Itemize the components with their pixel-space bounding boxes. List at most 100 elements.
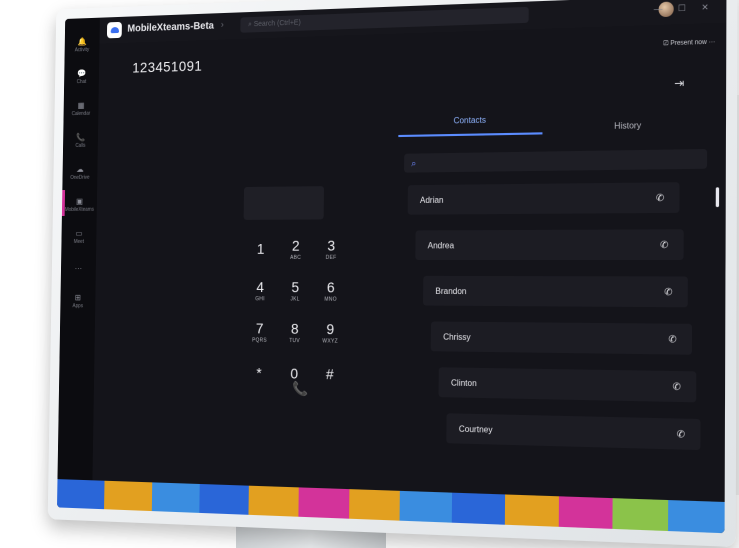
key-letters: MNO (324, 295, 337, 303)
apps-icon: ⊞ (74, 293, 82, 303)
global-search-input[interactable]: ⌕ Search (Ctrl+E) (240, 6, 529, 33)
chat-icon: 💬 (76, 68, 87, 79)
rail-item-activity[interactable]: 🔔 Activity (70, 32, 94, 59)
phone-icon[interactable]: ✆ (660, 239, 684, 251)
present-now-button[interactable]: ⎚ Present now ··· (663, 39, 715, 48)
key-digit: 8 (290, 319, 299, 337)
phone-icon[interactable]: ✆ (677, 428, 701, 441)
rail-item-calendar[interactable]: ▦ Calendar (69, 96, 93, 122)
meet-icon: ▭ (75, 228, 83, 238)
app-window: 🔔 Activity 💬 Chat ▦ Calendar 📞 Calls ☁ OneDrive ▣ M… (57, 0, 727, 534)
app-logo-icon (106, 21, 122, 39)
contact-item[interactable]: Courtney ✆ (446, 413, 701, 451)
key-digit: 1 (256, 239, 265, 257)
key-digit: 0 (290, 364, 299, 382)
taskbar-segment (151, 482, 200, 513)
contact-item[interactable]: Andrea ✆ (415, 229, 684, 261)
key-letters: WXYZ (322, 337, 338, 345)
key-4[interactable]: 4 GHI (243, 274, 278, 305)
rail-item-label: MobileXteams (64, 206, 94, 213)
key-digit: 3 (327, 236, 336, 254)
rail-item-label: Calendar (71, 110, 91, 118)
key-2[interactable]: 2 ABC (278, 233, 314, 264)
phone-icon: 📞 (291, 380, 309, 397)
rail-item-label: OneDrive (70, 174, 90, 181)
activity-icon: 🔔 (77, 37, 87, 47)
taskbar-segment (199, 484, 249, 515)
phone-icon[interactable]: ✆ (668, 333, 692, 345)
present-icon: ⎚ (663, 40, 671, 48)
taskbar-segment (348, 489, 401, 521)
key-1[interactable]: 1 (243, 233, 278, 264)
key-letters: ABC (290, 254, 302, 261)
taskbar-segment (57, 479, 105, 510)
rail-active-indicator (61, 190, 66, 217)
key-3[interactable]: 3 DEF (313, 233, 349, 264)
taskbar-segment (504, 494, 559, 527)
tab-history[interactable]: History (553, 119, 704, 132)
key-star[interactable]: * (241, 357, 276, 389)
dial-display-box (243, 186, 325, 220)
contact-item[interactable]: Chrissy ✆ (430, 321, 693, 355)
contact-search-input[interactable]: ⌕ (404, 148, 708, 173)
rail-item-label: Activity (74, 46, 90, 54)
taskbar-segment (612, 498, 669, 532)
phone-icon[interactable]: ✆ (672, 380, 696, 393)
key-9[interactable]: 9 WXYZ (312, 316, 348, 348)
key-letters: PQRS (251, 336, 267, 344)
key-7[interactable]: 7 PQRS (242, 316, 277, 347)
contacts-history-tabs: Contacts History (398, 111, 704, 141)
taskbar-segment (668, 500, 725, 534)
rail-item-label: Calls (75, 142, 86, 149)
rail-item-calls[interactable]: 📞 Calls (68, 128, 92, 154)
rail-item-label: Apps (72, 303, 84, 310)
key-letters: DEF (325, 254, 337, 261)
key-6[interactable]: 6 MNO (313, 275, 349, 306)
exit-icon[interactable]: ⇥ (674, 76, 684, 90)
contact-name: Adrian (419, 194, 444, 205)
key-hash[interactable]: # (312, 358, 348, 390)
contact-name: Chrissy (443, 331, 471, 342)
nav-arrows[interactable]: ‹ › (210, 19, 227, 30)
key-digit: * (256, 363, 262, 381)
contact-list-scrollbar[interactable] (715, 187, 720, 208)
key-letters: JKL (290, 295, 300, 303)
taskbar-segment (103, 480, 152, 512)
rail-item-mobilexteams[interactable]: ▣ MobileXteams (64, 192, 94, 218)
calendar-icon: ▦ (77, 100, 85, 111)
contact-item[interactable]: Adrian ✆ (407, 182, 680, 215)
rail-item-apps[interactable]: ⊞ Apps (66, 288, 90, 314)
key-8[interactable]: 8 TUV (277, 316, 313, 348)
rail-item-onedrive[interactable]: ☁ OneDrive (68, 160, 92, 186)
calls-icon: 📞 (75, 132, 86, 142)
taskbar-segment (399, 490, 453, 523)
search-placeholder: Search (Ctrl+E) (253, 19, 301, 29)
key-digit: 5 (291, 278, 300, 295)
dialed-number: 123451091 (132, 57, 203, 76)
key-letters: TUV (289, 337, 301, 344)
contact-name: Brandon (435, 285, 467, 296)
key-digit: 2 (291, 236, 300, 254)
phone-icon[interactable]: ✆ (656, 192, 680, 204)
rail-item-meet[interactable]: ▭ Meet (67, 224, 91, 250)
contact-item[interactable]: Clinton ✆ (438, 367, 697, 403)
taskbar-segment (558, 496, 614, 529)
rail-item-more[interactable]: ··· (66, 256, 90, 282)
contact-name: Courtney (458, 423, 493, 435)
contact-name: Clinton (450, 377, 477, 388)
call-button[interactable]: 📞 (292, 381, 308, 398)
taskbar-segment (248, 485, 299, 517)
monitor-frame: 🔔 Activity 💬 Chat ▦ Calendar 📞 Calls ☁ OneDrive ▣ M… (47, 0, 738, 548)
dial-keypad: 1 2 ABC 3 DEF 4 GHI 5 JKL 6 MNO 7 PQRS 8 TUV 9 WXYZ * 0 # (241, 233, 351, 390)
key-digit: 4 (256, 278, 265, 295)
key-digit: 7 (255, 319, 264, 337)
rail-item-chat[interactable]: 💬 Chat (69, 64, 93, 91)
contact-item[interactable]: Brandon ✆ (423, 275, 688, 308)
window-controls[interactable]: — ☐ ✕ (654, 2, 716, 14)
rail-item-label: Chat (76, 78, 87, 86)
key-5[interactable]: 5 JKL (277, 274, 313, 305)
search-icon: ⌕ (411, 157, 417, 168)
phone-icon[interactable]: ✆ (664, 286, 688, 298)
main-content: 123451091 ⎚ Present now ··· ⇥ 1 2 ABC 3 DEF 4… (92, 22, 727, 502)
tab-contacts[interactable]: Contacts (398, 114, 543, 138)
